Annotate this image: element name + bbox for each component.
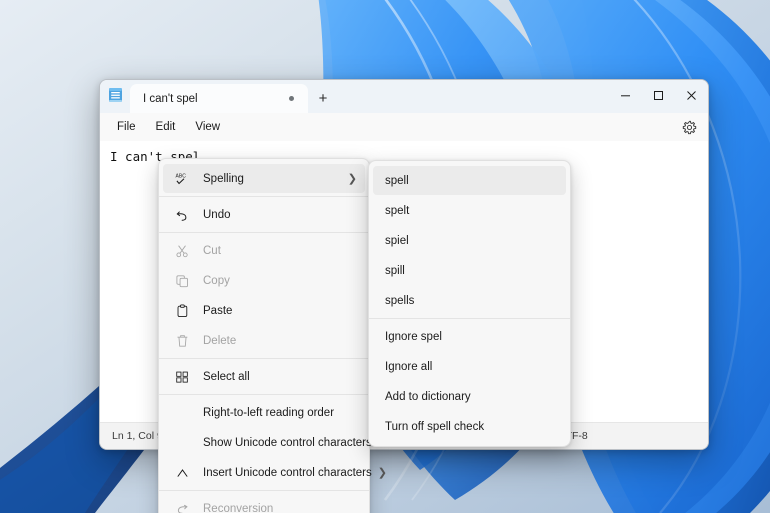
context-menu-label: Copy bbox=[203, 275, 357, 287]
submenu-item-add-to-dictionary[interactable]: Add to dictionary bbox=[373, 382, 566, 411]
menu-file[interactable]: File bbox=[107, 117, 146, 137]
spell-check-icon: ABC bbox=[171, 172, 193, 186]
submenu-item-spelt[interactable]: spelt bbox=[373, 196, 566, 225]
context-menu-item-rtl-reading-order[interactable]: Right-to-left reading order bbox=[163, 398, 365, 427]
reconversion-icon bbox=[171, 502, 193, 513]
clipboard-icon bbox=[171, 304, 193, 318]
chevron-right-icon: ❯ bbox=[378, 466, 387, 479]
copy-icon bbox=[171, 274, 193, 288]
submenu-item-spell[interactable]: spell bbox=[373, 166, 566, 195]
context-menu-label: Show Unicode control characters bbox=[203, 437, 372, 449]
submenu-item-turn-off-spell-check[interactable]: Turn off spell check bbox=[373, 412, 566, 441]
minimize-button[interactable] bbox=[609, 80, 642, 111]
context-menu-separator bbox=[159, 232, 369, 233]
context-menu-item-insert-unicode-control-characters[interactable]: Insert Unicode control characters ❯ bbox=[163, 458, 365, 487]
submenu-item-ignore-all[interactable]: Ignore all bbox=[373, 352, 566, 381]
chevron-right-icon: ❯ bbox=[348, 172, 357, 185]
submenu-label: Add to dictionary bbox=[385, 391, 558, 403]
context-menu-item-delete: Delete bbox=[163, 326, 365, 355]
context-menu-label: Select all bbox=[203, 371, 357, 383]
context-menu-label: Undo bbox=[203, 209, 357, 221]
context-menu-label: Right-to-left reading order bbox=[203, 407, 357, 419]
context-menu-item-undo[interactable]: Undo bbox=[163, 200, 365, 229]
submenu-label: spiel bbox=[385, 235, 558, 247]
spelling-submenu: spell spelt spiel spill spells Ignore sp… bbox=[368, 160, 571, 447]
submenu-label: spells bbox=[385, 295, 558, 307]
tab-i-cant-spel[interactable]: I can't spel bbox=[130, 84, 308, 113]
submenu-separator bbox=[369, 318, 570, 319]
tab-modified-indicator bbox=[289, 96, 294, 101]
context-menu-item-spelling[interactable]: ABC Spelling ❯ bbox=[163, 164, 365, 193]
menu-edit[interactable]: Edit bbox=[146, 117, 186, 137]
submenu-item-spill[interactable]: spill bbox=[373, 256, 566, 285]
menu-bar: File Edit View bbox=[100, 113, 708, 141]
window-controls bbox=[609, 80, 708, 111]
context-menu-separator bbox=[159, 358, 369, 359]
submenu-label: spelt bbox=[385, 205, 558, 217]
desktop: I can't spel + File Edit View bbox=[0, 0, 770, 513]
notepad-icon bbox=[100, 80, 130, 113]
undo-icon bbox=[171, 208, 193, 222]
submenu-item-spells[interactable]: spells bbox=[373, 286, 566, 315]
svg-text:ABC: ABC bbox=[175, 173, 186, 179]
context-menu-item-cut: Cut bbox=[163, 236, 365, 265]
trash-icon bbox=[171, 334, 193, 348]
context-menu-item-paste[interactable]: Paste bbox=[163, 296, 365, 325]
title-bar: I can't spel + bbox=[100, 80, 708, 113]
context-menu-item-copy: Copy bbox=[163, 266, 365, 295]
select-all-icon bbox=[171, 370, 193, 384]
context-menu-separator bbox=[159, 490, 369, 491]
context-menu-item-select-all[interactable]: Select all bbox=[163, 362, 365, 391]
submenu-label: Ignore spel bbox=[385, 331, 558, 343]
submenu-label: Turn off spell check bbox=[385, 421, 558, 433]
context-menu-label: Insert Unicode control characters bbox=[203, 467, 372, 479]
caret-up-icon bbox=[171, 466, 193, 480]
context-menu-item-reconversion: Reconversion bbox=[163, 494, 365, 513]
submenu-label: Ignore all bbox=[385, 361, 558, 373]
context-menu-item-show-unicode-control-characters[interactable]: Show Unicode control characters bbox=[163, 428, 365, 457]
menu-view[interactable]: View bbox=[185, 117, 230, 137]
new-tab-button[interactable]: + bbox=[308, 84, 338, 113]
maximize-button[interactable] bbox=[642, 80, 675, 111]
close-button[interactable] bbox=[675, 80, 708, 111]
context-menu-separator bbox=[159, 394, 369, 395]
scissors-icon bbox=[171, 244, 193, 258]
submenu-label: spell bbox=[385, 175, 558, 187]
context-menu-label: Paste bbox=[203, 305, 357, 317]
gear-icon[interactable] bbox=[679, 117, 700, 138]
context-menu-label: Spelling bbox=[203, 173, 342, 185]
context-menu-label: Cut bbox=[203, 245, 357, 257]
context-menu-label: Reconversion bbox=[203, 503, 357, 513]
submenu-label: spill bbox=[385, 265, 558, 277]
context-menu-label: Delete bbox=[203, 335, 357, 347]
submenu-item-ignore-spel[interactable]: Ignore spel bbox=[373, 322, 566, 351]
context-menu: ABC Spelling ❯ Undo bbox=[158, 158, 370, 513]
submenu-item-spiel[interactable]: spiel bbox=[373, 226, 566, 255]
context-menu-separator bbox=[159, 196, 369, 197]
tab-title: I can't spel bbox=[143, 93, 283, 105]
